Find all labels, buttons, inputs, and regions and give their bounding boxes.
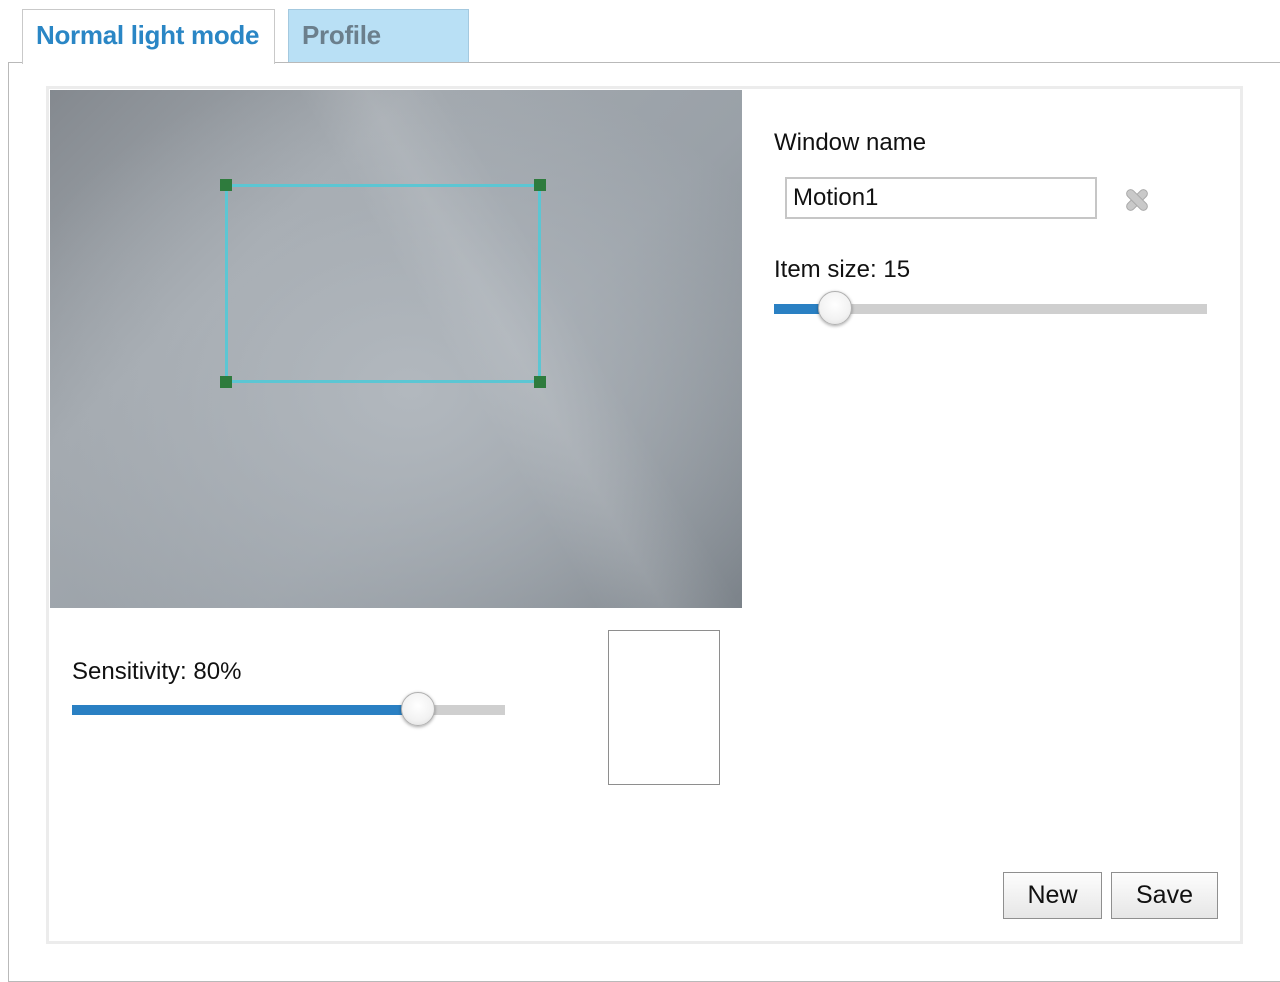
sensitivity-slider[interactable] <box>72 692 505 726</box>
save-button[interactable]: Save <box>1111 872 1218 919</box>
resize-handle-top-left[interactable] <box>220 179 232 191</box>
sensitivity-slider-fill <box>72 705 419 715</box>
item-size-slider-thumb[interactable] <box>818 291 853 325</box>
item-size-label: Item size: 15 <box>774 256 911 283</box>
resize-handle-bottom-right[interactable] <box>534 376 546 388</box>
tab-normal-light-mode[interactable]: Normal light mode <box>22 9 275 64</box>
resize-handle-bottom-left[interactable] <box>220 376 232 388</box>
new-window-button[interactable]: New <box>1003 872 1102 919</box>
motion-activity-indicator <box>608 630 720 785</box>
window-name-label: Window name <box>774 129 927 156</box>
item-size-slider[interactable] <box>774 291 1207 325</box>
live-video-view[interactable] <box>50 90 742 608</box>
tab-profile-mode[interactable]: Profile mode <box>288 9 469 101</box>
delete-window-icon[interactable] <box>1122 185 1152 215</box>
window-name-input[interactable] <box>785 177 1097 219</box>
sensitivity-label: Sensitivity: 80% <box>72 658 242 685</box>
resize-handle-top-right[interactable] <box>534 179 546 191</box>
motion-window-region[interactable] <box>220 179 546 388</box>
